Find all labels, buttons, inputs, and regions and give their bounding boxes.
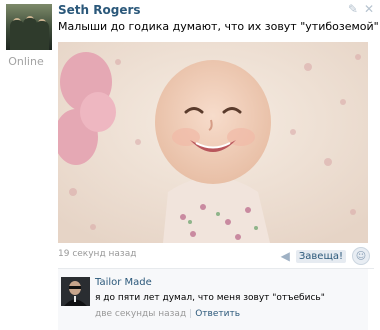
post-author-link[interactable]: Seth Rogers: [58, 3, 141, 17]
commenter-portrait: [61, 277, 90, 306]
post-photo[interactable]: [58, 42, 368, 243]
baby-photo-illustration: [58, 42, 368, 243]
online-status: Online: [8, 55, 44, 68]
post-text: Малыши до годика думают, что их зовут "у…: [58, 20, 379, 33]
megaphone-icon[interactable]: ◀: [281, 249, 290, 263]
post-actions: ◀ Завеща! ☺: [281, 247, 370, 265]
comment-item: Tailor Made я до пяти лет думал, что мен…: [58, 269, 368, 330]
smile-icon[interactable]: ☺: [352, 247, 370, 265]
post-timestamp[interactable]: 19 секунд назад: [58, 249, 136, 259]
post-controls: ✎ ✕: [342, 2, 374, 16]
pencil-icon[interactable]: ✎: [348, 2, 358, 16]
meta-separator: |: [189, 309, 193, 319]
share-button[interactable]: Завеща!: [295, 249, 346, 263]
author-avatar[interactable]: [6, 4, 52, 50]
reply-link[interactable]: Ответить: [195, 309, 240, 319]
close-icon[interactable]: ✕: [364, 2, 374, 16]
comment-text: я до пяти лет думал, что меня зовут "отъ…: [95, 293, 325, 303]
comment-meta: две секунды назад | Ответить: [95, 309, 240, 319]
comment-timestamp[interactable]: две секунды назад: [95, 309, 186, 319]
comment-author-link[interactable]: Tailor Made: [95, 277, 152, 288]
comment-author-avatar[interactable]: [61, 277, 90, 306]
